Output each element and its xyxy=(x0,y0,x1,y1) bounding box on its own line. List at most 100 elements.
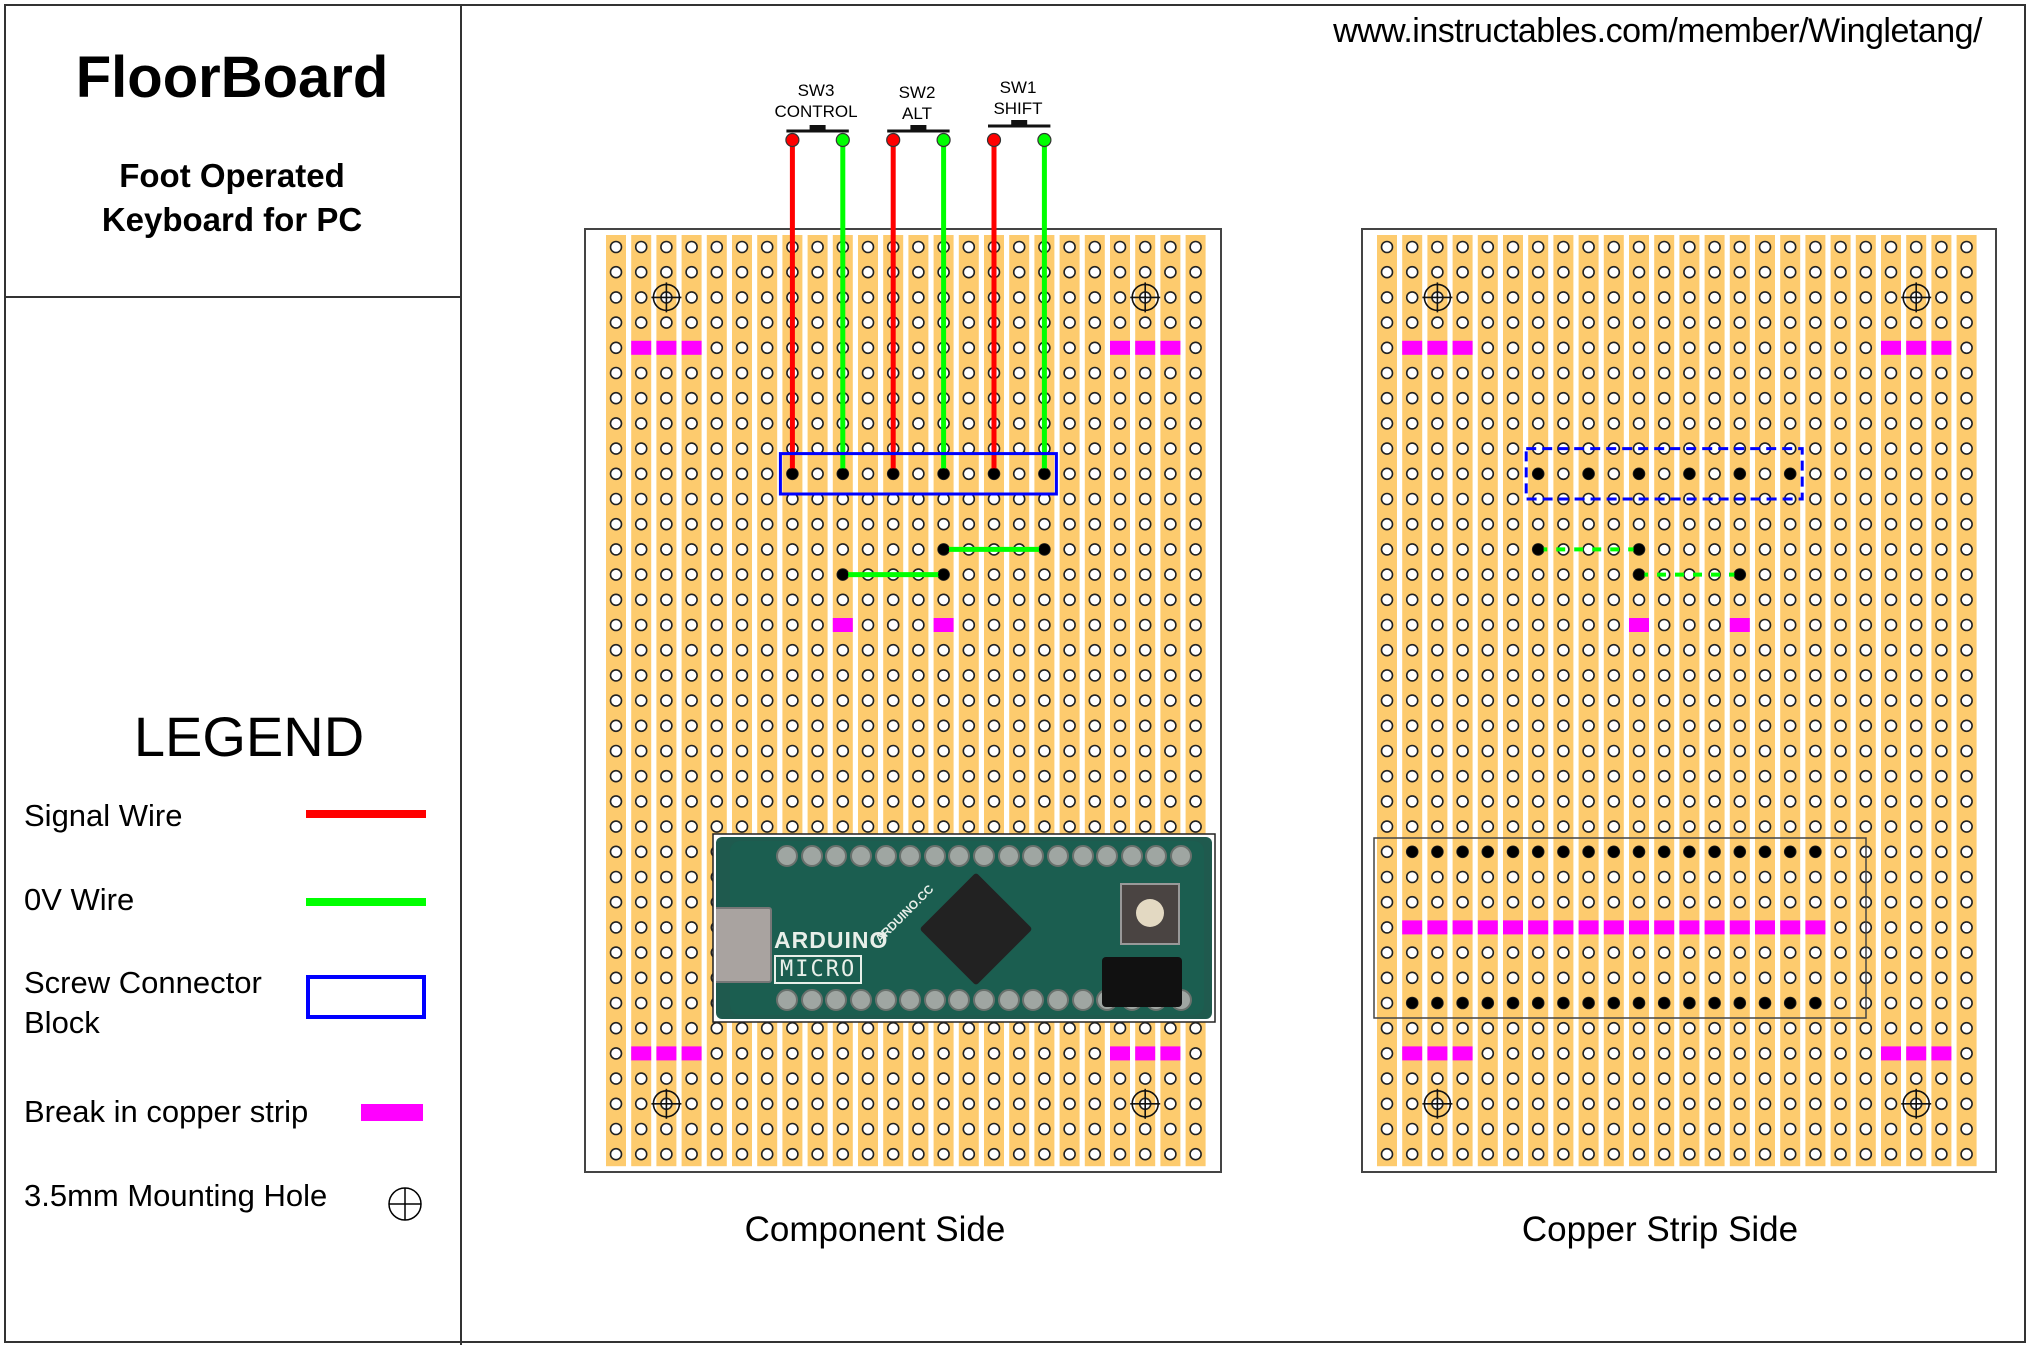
strip-hole xyxy=(1456,417,1469,430)
strip-hole xyxy=(886,643,900,657)
strip-hole xyxy=(811,694,824,707)
strip-hole xyxy=(1380,694,1394,707)
strip-hole xyxy=(634,769,648,783)
strip-hole xyxy=(1506,795,1520,808)
strip-hole xyxy=(1431,643,1444,657)
strip-hole xyxy=(1405,1097,1419,1111)
strip-hole xyxy=(660,744,673,758)
strip-hole xyxy=(886,1021,900,1035)
strip-hole xyxy=(1063,240,1076,254)
strip-hole xyxy=(912,669,925,682)
strip-hole xyxy=(1935,845,1948,859)
strip-hole xyxy=(1431,391,1444,405)
strip-hole xyxy=(1431,593,1444,607)
strip-hole xyxy=(1884,391,1898,405)
strip-break xyxy=(1110,1046,1130,1061)
strip-hole xyxy=(1405,391,1419,405)
strip-hole xyxy=(1557,417,1570,430)
strip-hole xyxy=(660,543,673,556)
strip-hole xyxy=(1733,820,1747,833)
strip-hole xyxy=(1189,517,1202,531)
strip-hole xyxy=(1783,543,1797,556)
strip-hole xyxy=(1909,391,1923,405)
strip-hole xyxy=(1431,971,1444,985)
strip-hole xyxy=(1582,1122,1595,1136)
strip-hole xyxy=(912,744,925,758)
strip-hole xyxy=(1063,467,1076,481)
arduino-pin-solder xyxy=(1532,846,1544,858)
strip-hole xyxy=(634,1122,648,1136)
strip-hole xyxy=(660,593,673,607)
strip-hole xyxy=(1481,795,1495,808)
strip-hole xyxy=(1783,316,1797,329)
strip-hole xyxy=(1380,744,1394,758)
strip-hole xyxy=(1405,291,1419,304)
strip-hole xyxy=(1758,971,1772,985)
strip-hole xyxy=(1405,946,1419,959)
strip-hole xyxy=(811,467,824,481)
strip-hole xyxy=(1834,719,1847,733)
strip-break xyxy=(1805,920,1826,935)
strip-hole xyxy=(1405,971,1419,985)
strip-hole xyxy=(1506,895,1520,909)
strip-hole xyxy=(1758,467,1772,481)
strip-hole xyxy=(1809,1147,1822,1161)
strip-hole xyxy=(1012,593,1026,607)
strip-hole xyxy=(1632,1047,1646,1060)
strip-hole xyxy=(660,895,673,909)
strip-hole xyxy=(1935,1122,1948,1136)
strip-hole xyxy=(685,870,698,884)
strip-hole xyxy=(1405,265,1419,279)
strip-hole xyxy=(1607,593,1621,607)
strip-hole xyxy=(1063,669,1076,682)
strip-hole xyxy=(1063,543,1076,556)
strip-hole xyxy=(634,618,648,632)
solder-point xyxy=(1532,468,1544,480)
strip-hole xyxy=(1632,1072,1646,1085)
strip-hole xyxy=(1088,769,1102,783)
strip-hole xyxy=(861,1097,875,1111)
arduino-pin-solder xyxy=(1734,997,1746,1009)
strip-hole xyxy=(1935,971,1948,985)
strip-hole xyxy=(912,1147,925,1161)
strip-hole xyxy=(1582,240,1595,254)
strip-hole xyxy=(1582,1072,1595,1085)
strip-hole xyxy=(1733,946,1747,959)
strip-hole xyxy=(710,492,724,506)
arduino-pin-solder xyxy=(1633,997,1645,1009)
strip-hole xyxy=(1138,1072,1152,1085)
strip-hole xyxy=(1935,744,1948,758)
strip-hole xyxy=(1431,1147,1444,1161)
arduino-pin-solder xyxy=(1759,846,1771,858)
strip-hole xyxy=(1657,870,1671,884)
strip-hole xyxy=(1935,996,1948,1010)
strip-hole xyxy=(1960,543,1973,556)
strip-hole xyxy=(1380,618,1394,632)
strip-hole xyxy=(1557,1147,1570,1161)
strip-hole xyxy=(1164,669,1177,682)
strip-hole xyxy=(735,442,749,455)
strip-hole xyxy=(962,240,976,254)
strip-hole xyxy=(861,391,875,405)
strip-hole xyxy=(1758,568,1772,581)
strip-hole xyxy=(660,1072,673,1085)
strip-hole xyxy=(1960,946,1973,959)
strip-hole xyxy=(962,1147,976,1161)
strip-hole xyxy=(786,568,799,581)
arduino-pin-solder xyxy=(1406,997,1418,1009)
strip-hole xyxy=(1138,467,1152,481)
strip-hole xyxy=(1884,820,1898,833)
strip-hole xyxy=(1884,316,1898,329)
switch-terminal-ground xyxy=(936,132,951,148)
strip-hole xyxy=(634,1072,648,1085)
strip-hole xyxy=(1733,895,1747,909)
strip-hole xyxy=(1909,820,1923,833)
strip-hole xyxy=(685,769,698,783)
strip-hole xyxy=(1783,719,1797,733)
strip-hole xyxy=(1884,895,1898,909)
strip-hole xyxy=(1557,391,1570,405)
strip-hole xyxy=(1506,694,1520,707)
strip-hole xyxy=(1113,1072,1127,1085)
strip-hole xyxy=(609,895,623,909)
strip-hole xyxy=(1708,820,1721,833)
